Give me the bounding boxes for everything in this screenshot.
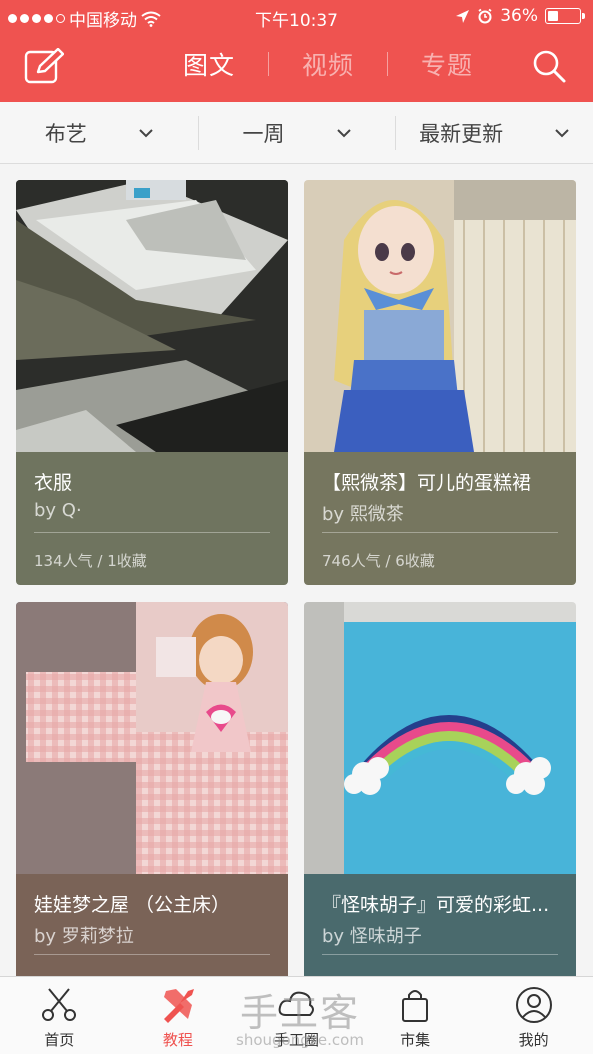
card-info: 衣服 by Q· 134人气 / 1收藏 xyxy=(16,452,288,585)
filter-sort[interactable]: 最新更新 xyxy=(395,102,593,163)
status-bar: 中国移动 下午10:37 36% xyxy=(0,0,593,32)
card-author: by 罗莉梦拉 xyxy=(34,926,134,947)
card-title: 衣服 xyxy=(34,472,73,494)
filter-period-label: 一周 xyxy=(242,121,285,146)
tutorial-card[interactable]: 娃娃梦之屋 （公主床） by 罗莉梦拉 xyxy=(16,602,288,976)
tabbar-label: 手工圈 xyxy=(273,1031,319,1049)
tab-topic[interactable]: 专题 xyxy=(388,46,506,82)
tutorial-thumbnail xyxy=(304,180,576,452)
tab-video[interactable]: 视频 xyxy=(269,46,387,82)
card-author: by 怪味胡子 xyxy=(322,926,422,947)
card-info: 娃娃梦之屋 （公主床） by 罗莉梦拉 xyxy=(16,874,288,976)
tutorial-thumbnail xyxy=(16,180,288,452)
card-info: 【熙微茶】可儿的蛋糕裙 by 熙微茶 746人气 / 6收藏 xyxy=(304,452,576,585)
location-arrow-icon xyxy=(456,9,470,23)
card-stats: 134人气 / 1收藏 xyxy=(34,552,147,570)
card-divider xyxy=(322,532,558,533)
tabbar-item-profile[interactable]: 我的 xyxy=(474,977,593,1054)
tutorial-card[interactable]: 『怪味胡子』可爱的彩虹... by 怪味胡子 xyxy=(304,602,576,976)
card-info: 『怪味胡子』可爱的彩虹... by 怪味胡子 xyxy=(304,874,576,976)
tools-icon xyxy=(163,989,194,1023)
tabbar-label: 教程 xyxy=(162,1031,193,1049)
chevron-down-icon xyxy=(555,128,569,137)
tutorial-thumbnail xyxy=(304,602,576,874)
tutorial-grid: 衣服 by Q· 134人气 / 1收藏 【熙微茶】可儿的蛋糕裙 by 熙微茶 … xyxy=(0,164,593,976)
cloud-icon xyxy=(279,991,315,1016)
battery-percent: 36% xyxy=(500,6,538,26)
card-author: by 熙微茶 xyxy=(322,504,404,525)
tabbar-item-circle[interactable]: 手工圈 xyxy=(237,977,356,1054)
card-stats: 746人气 / 6收藏 xyxy=(322,552,435,570)
card-author: by Q· xyxy=(34,500,82,521)
card-divider xyxy=(34,954,270,955)
tutorial-thumbnail xyxy=(16,602,288,874)
filter-category[interactable]: 布艺 xyxy=(0,102,198,163)
filter-period[interactable]: 一周 xyxy=(197,102,396,163)
status-right-group: 36% xyxy=(455,6,585,26)
card-title: 『怪味胡子』可爱的彩虹... xyxy=(322,894,550,916)
tabbar-item-home[interactable]: 首页 xyxy=(0,977,119,1054)
tab-graphic[interactable]: 图文 xyxy=(150,46,268,82)
tabbar-item-market[interactable]: 市集 xyxy=(356,977,475,1054)
bottom-tab-bar: 首页 教程 手工圈 市集 我的 xyxy=(0,976,593,1054)
tabbar-item-tutorials[interactable]: 教程 xyxy=(119,977,238,1054)
chevron-down-icon xyxy=(139,128,153,137)
content-type-tabs: 图文 视频 专题 xyxy=(150,46,506,82)
filter-category-label: 布艺 xyxy=(44,121,87,146)
filter-sort-label: 最新更新 xyxy=(419,121,504,146)
alarm-clock-icon xyxy=(478,8,492,24)
search-icon[interactable] xyxy=(531,48,567,84)
user-icon xyxy=(515,987,552,1023)
tabbar-label: 市集 xyxy=(400,1031,431,1049)
tabbar-label: 首页 xyxy=(44,1031,75,1049)
card-divider xyxy=(34,532,270,533)
shopping-bag-icon xyxy=(402,990,429,1022)
scissors-icon xyxy=(42,988,77,1021)
top-nav: 图文 视频 专题 xyxy=(0,34,593,100)
card-title: 【熙微茶】可儿的蛋糕裙 xyxy=(322,472,532,494)
battery-icon xyxy=(545,8,585,24)
card-divider xyxy=(322,954,558,955)
app-header: 中国移动 下午10:37 36% 图文 视频 专题 xyxy=(0,0,593,102)
edit-icon[interactable] xyxy=(24,48,64,84)
tabbar-label: 我的 xyxy=(518,1031,549,1049)
tutorial-card[interactable]: 【熙微茶】可儿的蛋糕裙 by 熙微茶 746人气 / 6收藏 xyxy=(304,180,576,585)
tutorial-card[interactable]: 衣服 by Q· 134人气 / 1收藏 xyxy=(16,180,288,585)
chevron-down-icon xyxy=(336,128,351,137)
filter-bar: 布艺 一周 最新更新 xyxy=(0,102,593,164)
card-title: 娃娃梦之屋 （公主床） xyxy=(34,894,231,916)
